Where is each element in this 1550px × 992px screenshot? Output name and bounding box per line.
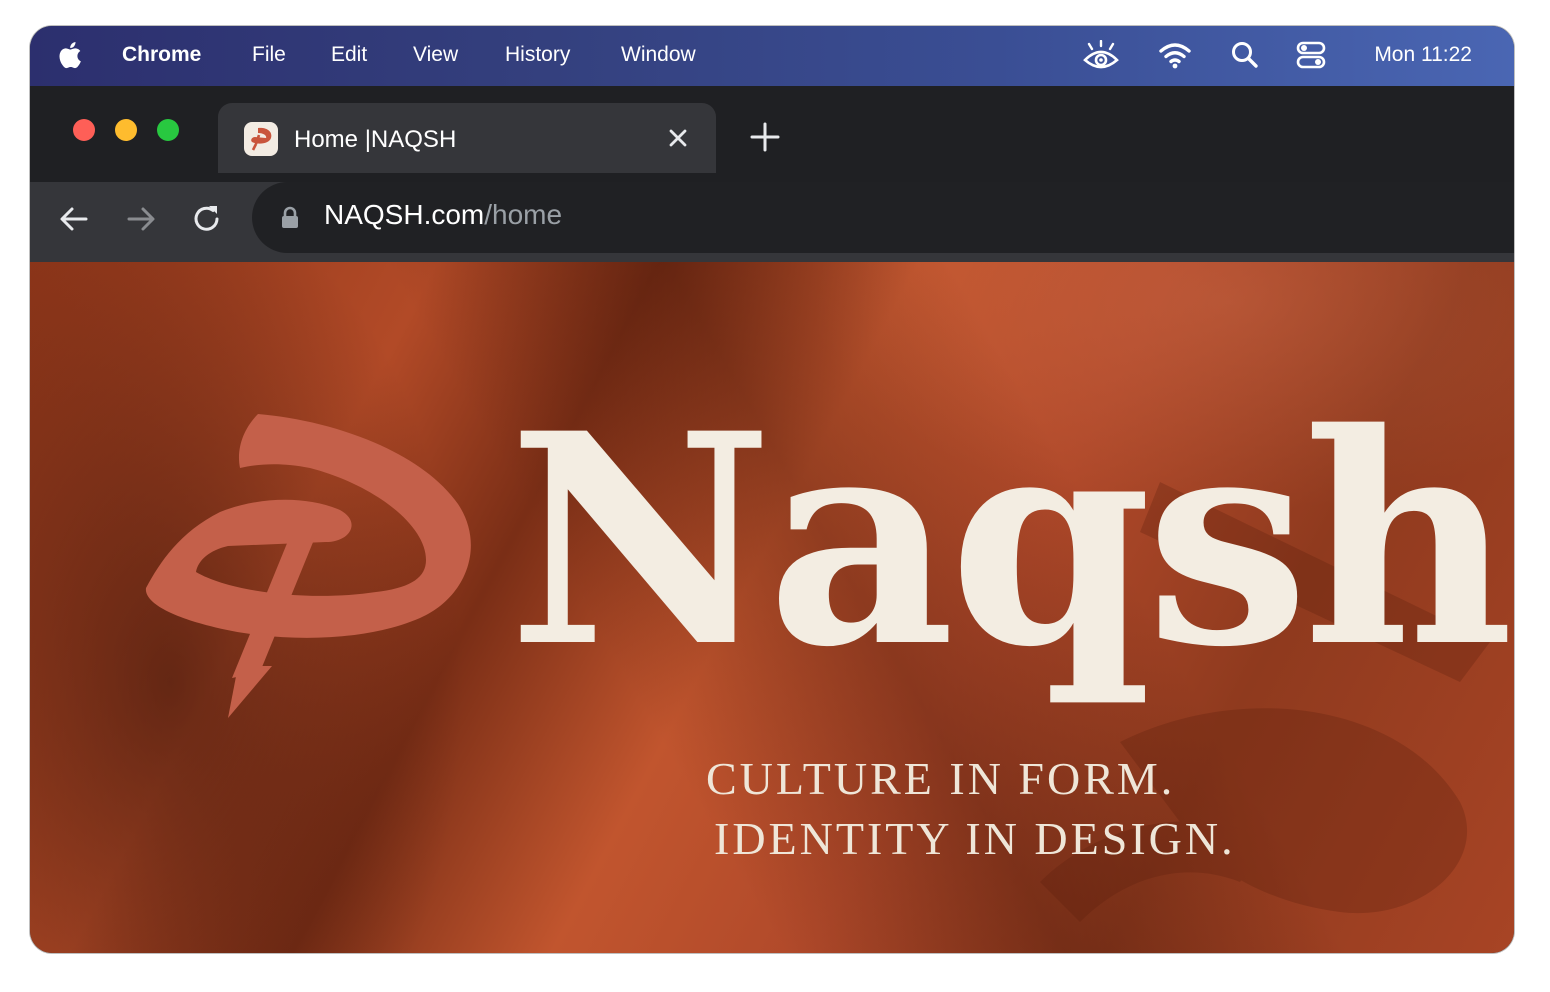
hero-banner: Naqsh CULTURE IN FORM. IDENTITY IN DESIG… xyxy=(30,262,1514,953)
forward-arrow-icon[interactable] xyxy=(124,202,158,236)
naqsh-brand-mark xyxy=(145,414,471,718)
address-bar[interactable]: NAQSH.com/home xyxy=(252,182,1514,253)
tab-strip: Home |NAQSH xyxy=(30,86,1514,182)
close-window-button[interactable] xyxy=(73,119,95,141)
menu-file[interactable]: File xyxy=(252,43,286,67)
menu-history[interactable]: History xyxy=(505,43,570,67)
tagline-line-2: IDENTITY IN DESIGN. xyxy=(714,813,1236,864)
back-arrow-icon[interactable] xyxy=(57,202,91,236)
browser-toolbar: NAQSH.com/home xyxy=(30,182,1514,262)
wifi-icon[interactable] xyxy=(1158,40,1192,70)
tagline-line-1: CULTURE IN FORM. xyxy=(706,753,1176,804)
browser-window: Chrome File Edit View History Window Mon… xyxy=(30,26,1514,953)
naqsh-logo-icon xyxy=(244,122,278,156)
close-tab-icon[interactable] xyxy=(664,124,692,152)
minimize-window-button[interactable] xyxy=(115,119,137,141)
maximize-window-button[interactable] xyxy=(157,119,179,141)
menu-bar: Chrome File Edit View History Window Mon… xyxy=(30,26,1514,86)
menubar-clock[interactable]: Mon 11:22 xyxy=(1374,43,1472,67)
brand-wordmark: Naqsh xyxy=(508,371,1514,711)
app-menu-chrome[interactable]: Chrome xyxy=(122,43,201,67)
apple-menu-icon[interactable] xyxy=(56,40,82,70)
url-path: /home xyxy=(484,199,563,230)
menu-edit[interactable]: Edit xyxy=(331,43,367,67)
url-text[interactable]: NAQSH.com/home xyxy=(324,199,562,231)
menu-window[interactable]: Window xyxy=(621,43,696,67)
url-domain: NAQSH.com xyxy=(324,199,485,230)
control-center-icon[interactable] xyxy=(1296,40,1326,70)
lock-icon[interactable] xyxy=(280,206,300,230)
new-tab-icon[interactable] xyxy=(748,120,782,154)
spotlight-search-icon[interactable] xyxy=(1230,40,1260,70)
tab-home[interactable]: Home |NAQSH xyxy=(218,103,716,173)
tab-title: Home |NAQSH xyxy=(294,126,457,153)
reload-icon[interactable] xyxy=(190,202,224,236)
eye-icon[interactable] xyxy=(1082,40,1120,74)
menu-view[interactable]: View xyxy=(413,43,458,67)
